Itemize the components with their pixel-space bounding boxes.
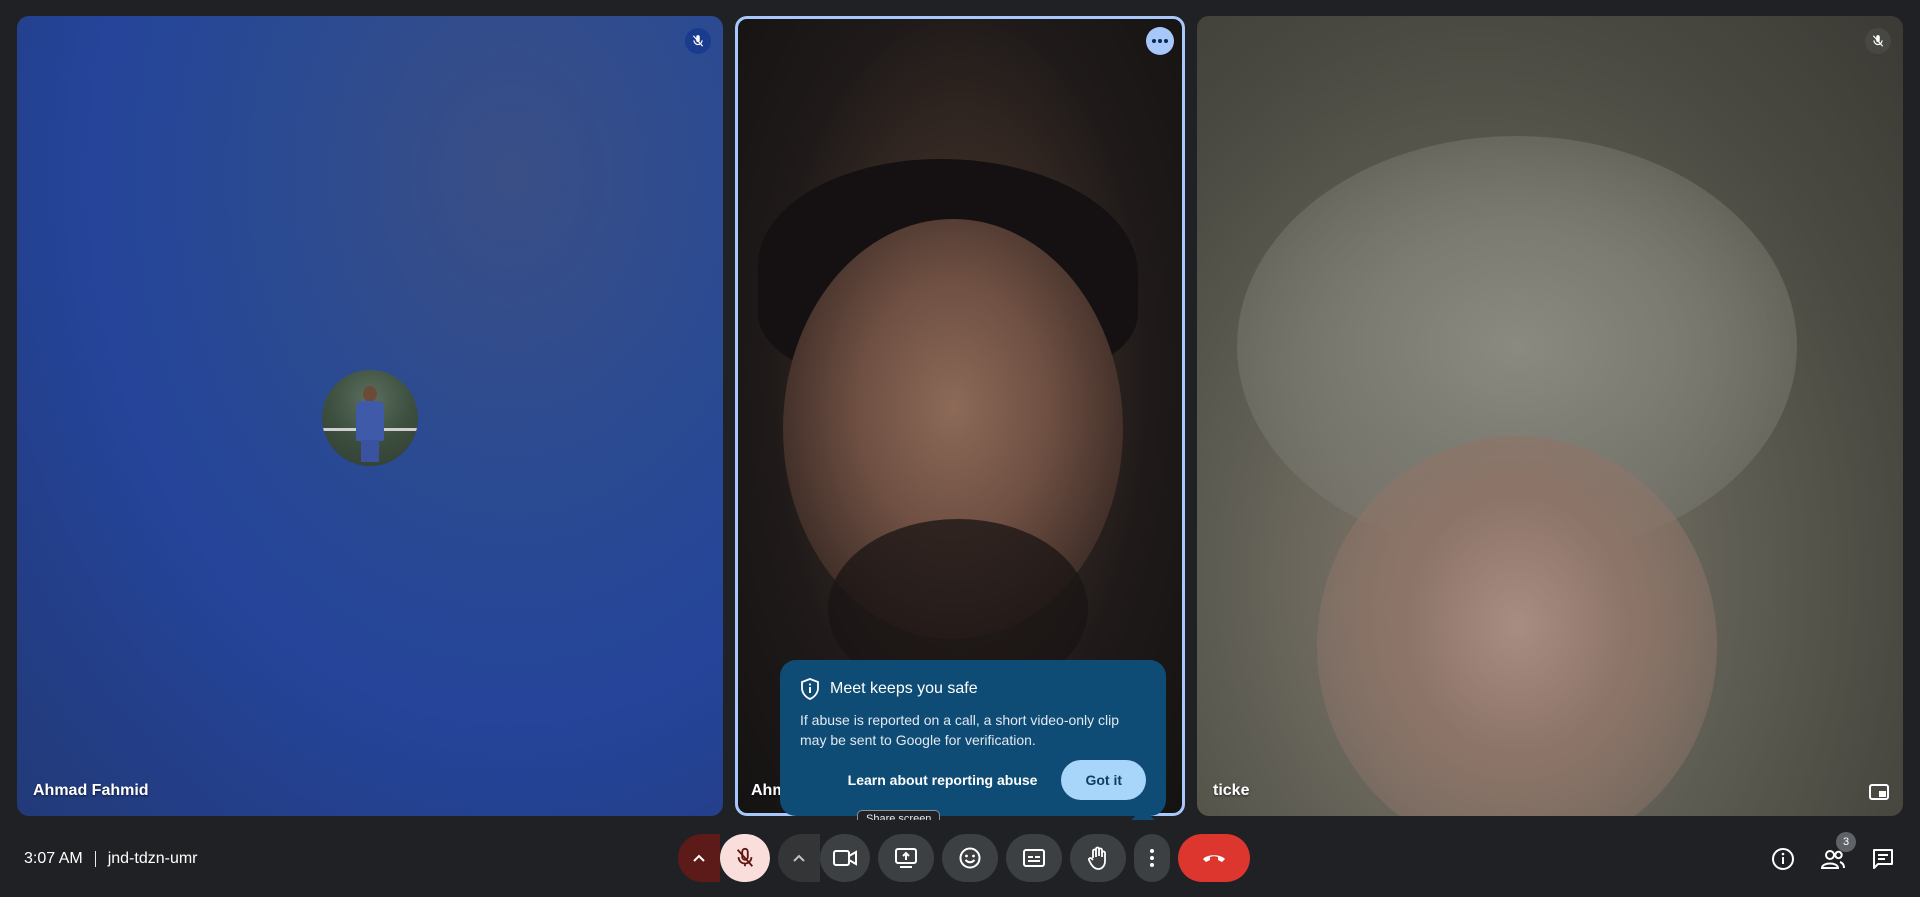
avatar [322,370,418,466]
toggle-mic-button[interactable] [720,834,770,882]
meeting-code: jnd-tdzn-umr [107,849,198,867]
picture-in-picture-icon[interactable] [1869,784,1889,800]
mic-off-icon [1865,28,1891,54]
raise-hand-button[interactable] [1070,834,1126,882]
participant-tile-ticke[interactable]: ticke [1197,16,1903,816]
present-icon [895,848,917,868]
camera-control [778,834,870,882]
emoji-icon [959,847,981,869]
participant-tile-ahmad-fahmid[interactable]: Ahmad Fahmid [17,16,723,816]
chevron-up-icon [793,854,805,862]
people-button[interactable]: 3 [1820,831,1856,872]
info-icon [1772,847,1794,870]
meeting-details: 3:07 AM jnd-tdzn-umr [24,820,198,897]
captions-icon [1023,849,1045,867]
control-bar: 3:07 AM jnd-tdzn-umr 3 [0,820,1920,897]
chat-button[interactable] [1870,846,1896,872]
chevron-up-icon [693,854,705,862]
chat-icon [1873,848,1893,869]
hang-up-icon [1203,855,1225,862]
leave-call-button[interactable] [1178,834,1250,882]
mic-control [678,834,770,882]
more-vert-icon [1150,849,1154,867]
mic-off-icon [685,28,711,54]
popup-body: If abuse is reported on a call, a short … [800,712,1120,748]
meeting-time: 3:07 AM [24,849,83,867]
meeting-details-button[interactable] [1770,846,1796,872]
participant-name: Ahmad Fahmid [33,782,149,799]
camera-icon [833,850,857,866]
audio-options-button[interactable] [678,834,720,882]
reactions-button[interactable] [942,834,998,882]
safety-popup: Meet keeps you safe If abuse is reported… [780,660,1166,816]
toggle-camera-button[interactable] [820,834,870,882]
shield-icon [801,678,819,700]
more-options-button[interactable] [1134,834,1170,882]
more-options-icon[interactable] [1146,27,1174,55]
video-options-button[interactable] [778,834,820,882]
participant-name: ticke [1213,782,1250,799]
got-it-button[interactable]: Got it [1061,760,1146,800]
participant-count-badge: 3 [1836,831,1856,852]
hand-icon [1088,846,1106,870]
share-screen-button[interactable] [878,834,934,882]
divider [94,850,96,867]
learn-reporting-abuse-link[interactable]: Learn about reporting abuse [848,772,1038,788]
popup-title: Meet keeps you safe [830,680,978,697]
mic-off-icon [736,847,754,867]
captions-button[interactable] [1006,834,1062,882]
